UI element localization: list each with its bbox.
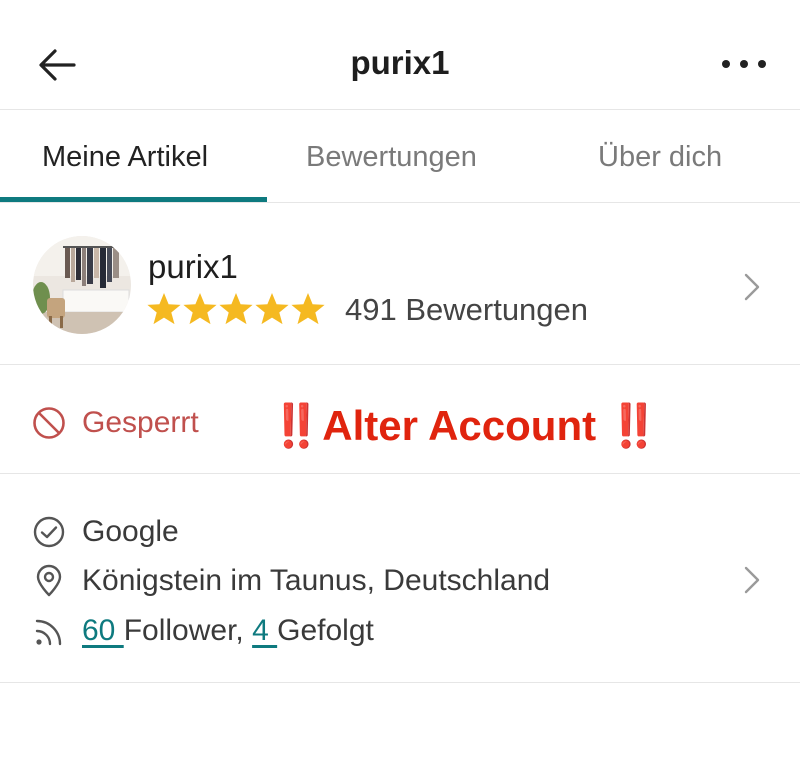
following-label: Gefolgt	[277, 614, 374, 647]
location: Königstein im Taunus, Deutschland	[82, 564, 551, 597]
review-count: 491 Bewertungen	[345, 292, 589, 327]
verified-via: Google	[82, 515, 179, 548]
top-bar: purix1	[0, 0, 800, 110]
alert-text: ‼️Alter Account ‼️	[270, 402, 661, 449]
tab-meine-artikel[interactable]: Meine Artikel	[42, 141, 208, 174]
profile-name: purix1	[148, 248, 238, 285]
active-tab-indicator	[0, 197, 267, 202]
chevron-right-icon	[744, 273, 760, 301]
profile-info[interactable]: Google Königstein im Taunus, Deutschland…	[0, 475, 800, 683]
star-icon	[219, 293, 253, 325]
star-icon	[147, 293, 181, 325]
star-icon	[255, 293, 289, 325]
tab-ueber-dich[interactable]: Über dich	[598, 141, 722, 174]
profile-tabs: Meine Artikel Bewertungen Über dich	[0, 111, 800, 203]
more-options-button[interactable]	[716, 52, 772, 76]
rating-stars	[147, 293, 325, 325]
avatar	[33, 236, 131, 334]
rss-feed-icon	[35, 619, 62, 646]
account-status: Gesperrt ‼️Alter Account ‼️	[0, 366, 800, 474]
tab-bewertungen[interactable]: Bewertungen	[306, 141, 477, 174]
following-link[interactable]: 4	[252, 614, 277, 647]
star-icon	[291, 293, 325, 325]
more-horizontal-icon	[722, 60, 766, 68]
blocked-icon	[33, 407, 65, 439]
follow-stats: 60 Follower, 4 Gefolgt	[82, 614, 374, 648]
status-badge: Gesperrt	[82, 406, 199, 439]
verified-check-icon	[33, 516, 65, 548]
followers-label: Follower,	[123, 614, 253, 647]
chevron-right-icon	[744, 566, 760, 594]
followers-link[interactable]: 60	[82, 614, 124, 647]
location-pin-icon	[36, 564, 62, 597]
profile-summary[interactable]: purix1 491 Bewertungen	[0, 204, 800, 365]
star-icon	[183, 293, 217, 325]
page-title: purix1	[350, 44, 450, 81]
